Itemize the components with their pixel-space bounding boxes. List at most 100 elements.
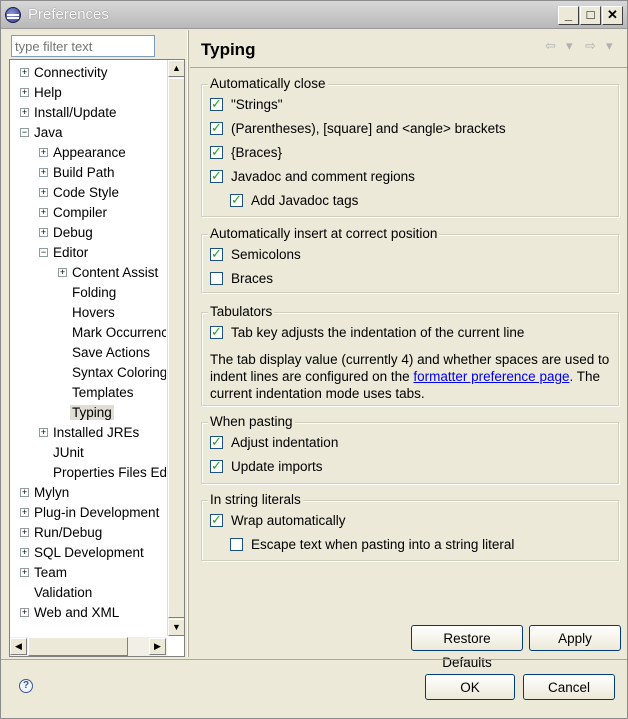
tree-item[interactable]: + Mylyn — [20, 484, 70, 502]
checkbox-label: Update imports — [231, 459, 323, 474]
forward-arrow-icon[interactable]: ⇨ — [585, 38, 596, 54]
tree-item[interactable]: Syntax Coloring — [72, 364, 166, 382]
scroll-up-button[interactable]: ▲ — [168, 60, 184, 77]
expand-plus-icon[interactable]: + — [39, 428, 48, 437]
checkbox-box[interactable] — [230, 192, 243, 210]
tree-item-label: Mylyn — [34, 485, 70, 500]
checkbox-box[interactable] — [210, 512, 223, 530]
checkbox-label: Escape text when pasting into a string l… — [251, 537, 515, 552]
tree-item-label: Mark Occurrences — [72, 325, 166, 340]
tree-item[interactable]: Mark Occurrences — [72, 324, 166, 342]
tree-item[interactable]: + Plug-in Development — [20, 504, 160, 522]
expand-plus-icon[interactable]: + — [39, 148, 48, 157]
ok-button[interactable]: OK — [425, 674, 515, 700]
expand-plus-icon[interactable]: + — [20, 548, 29, 557]
tree-item[interactable]: + Web and XML — [20, 604, 119, 622]
tree-item[interactable]: + Debug — [39, 224, 93, 242]
back-arrow-icon[interactable]: ⇦ — [545, 38, 556, 54]
checkbox-box[interactable] — [230, 538, 243, 551]
help-icon[interactable]: ? — [19, 679, 33, 693]
tree-item[interactable]: Typing — [70, 404, 114, 422]
tree-item[interactable]: + Code Style — [39, 184, 119, 202]
tree-item-label: Templates — [72, 385, 134, 400]
checkbox-box[interactable] — [210, 96, 223, 114]
expand-plus-icon[interactable]: + — [20, 108, 29, 117]
tree-item[interactable]: JUnit — [53, 444, 84, 462]
tree-item-label: Plug-in Development — [34, 505, 160, 520]
expand-plus-icon[interactable]: + — [20, 608, 29, 617]
tree-item[interactable]: Hovers — [72, 304, 115, 322]
group-title: In string literals — [208, 492, 303, 508]
expand-plus-icon[interactable]: + — [39, 168, 48, 177]
formatter-preference-link[interactable]: formatter preference page — [413, 369, 569, 384]
tree-item[interactable]: + Content Assist — [58, 264, 158, 282]
expand-plus-icon[interactable]: + — [20, 488, 29, 497]
checkbox-label: Wrap automatically — [231, 513, 346, 528]
checkbox-box[interactable] — [210, 458, 223, 476]
tree-item[interactable]: + Install/Update — [20, 104, 117, 122]
checkbox-box[interactable] — [210, 434, 223, 452]
tree-item[interactable]: Save Actions — [72, 344, 150, 362]
minimize-button[interactable]: _ — [558, 6, 579, 25]
tree-vertical-scrollbar[interactable]: ▲ ▼ — [167, 60, 184, 636]
title-bar[interactable]: Preferences _ □ ✕ — [1, 1, 627, 29]
restore-defaults-button[interactable]: Restore Defaults — [411, 625, 523, 670]
checkbox-box[interactable] — [210, 246, 223, 264]
expand-plus-icon[interactable]: + — [39, 208, 48, 217]
group-automatically-close: Automatically close "Strings" (Parenthes… — [201, 76, 619, 217]
checkbox-box[interactable] — [210, 272, 223, 285]
apply-button[interactable]: Apply — [529, 625, 621, 651]
tree-horizontal-scrollbar[interactable]: ◀ ▶ — [10, 637, 167, 656]
tree-item[interactable]: Templates — [72, 384, 134, 402]
checkbox-box[interactable] — [210, 324, 223, 342]
preferences-window: Preferences _ □ ✕ + Connectivity + Help + Ins… — [0, 0, 628, 719]
scroll-left-button[interactable]: ◀ — [10, 638, 27, 655]
footer-divider — [1, 659, 627, 660]
tree-item[interactable]: + Build Path — [39, 164, 115, 182]
tree-item[interactable]: + Help — [20, 84, 62, 102]
pane-divider[interactable] — [187, 30, 189, 657]
close-button[interactable]: ✕ — [602, 6, 623, 25]
tree-item[interactable]: + Team — [20, 564, 67, 582]
tabulators-description: The tab display value (currently 4) and … — [210, 351, 614, 402]
expand-plus-icon[interactable]: + — [39, 188, 48, 197]
checkbox-box[interactable] — [210, 144, 223, 162]
tree-item[interactable]: − Java — [20, 124, 63, 142]
expand-plus-icon[interactable]: + — [20, 528, 29, 537]
tree-item[interactable]: + Connectivity — [20, 64, 108, 82]
scroll-thumb[interactable] — [168, 78, 184, 618]
collapse-minus-icon[interactable]: − — [20, 128, 29, 137]
expand-plus-icon[interactable]: + — [39, 228, 48, 237]
cancel-button[interactable]: Cancel — [523, 674, 615, 700]
scroll-right-button[interactable]: ▶ — [149, 638, 166, 655]
filter-input[interactable] — [11, 35, 155, 57]
tree-item[interactable]: Folding — [72, 284, 116, 302]
tree-item-label: Typing — [70, 405, 114, 420]
forward-menu-chevron-icon[interactable]: ▾ — [606, 38, 613, 54]
group-title: When pasting — [208, 414, 295, 430]
window-title: Preferences — [28, 6, 109, 23]
checkbox-box[interactable] — [210, 120, 223, 138]
collapse-minus-icon[interactable]: − — [39, 248, 48, 257]
horizontal-scroll-thumb[interactable] — [28, 637, 128, 656]
header-divider — [190, 67, 627, 68]
tree-item[interactable]: + Appearance — [39, 144, 126, 162]
checkbox-label: Braces — [231, 271, 274, 286]
tree-item-label: Folding — [72, 285, 117, 300]
expand-plus-icon[interactable]: + — [20, 68, 29, 77]
tree-item[interactable]: + SQL Development — [20, 544, 144, 562]
maximize-button[interactable]: □ — [580, 6, 601, 25]
tree-item[interactable]: − Editor — [39, 244, 88, 262]
expand-plus-icon[interactable]: + — [20, 568, 29, 577]
expand-plus-icon[interactable]: + — [20, 508, 29, 517]
tree-item[interactable]: + Run/Debug — [20, 524, 102, 542]
tree-item[interactable]: Properties Files Editor — [53, 464, 166, 482]
tree-item[interactable]: + Compiler — [39, 204, 107, 222]
tree-item[interactable]: + Installed JREs — [39, 424, 139, 442]
scroll-down-button[interactable]: ▼ — [168, 619, 184, 636]
expand-plus-icon[interactable]: + — [20, 88, 29, 97]
tree-item[interactable]: Validation — [34, 584, 92, 602]
expand-plus-icon[interactable]: + — [58, 268, 67, 277]
back-menu-chevron-icon[interactable]: ▾ — [566, 38, 573, 54]
checkbox-box[interactable] — [210, 168, 223, 186]
